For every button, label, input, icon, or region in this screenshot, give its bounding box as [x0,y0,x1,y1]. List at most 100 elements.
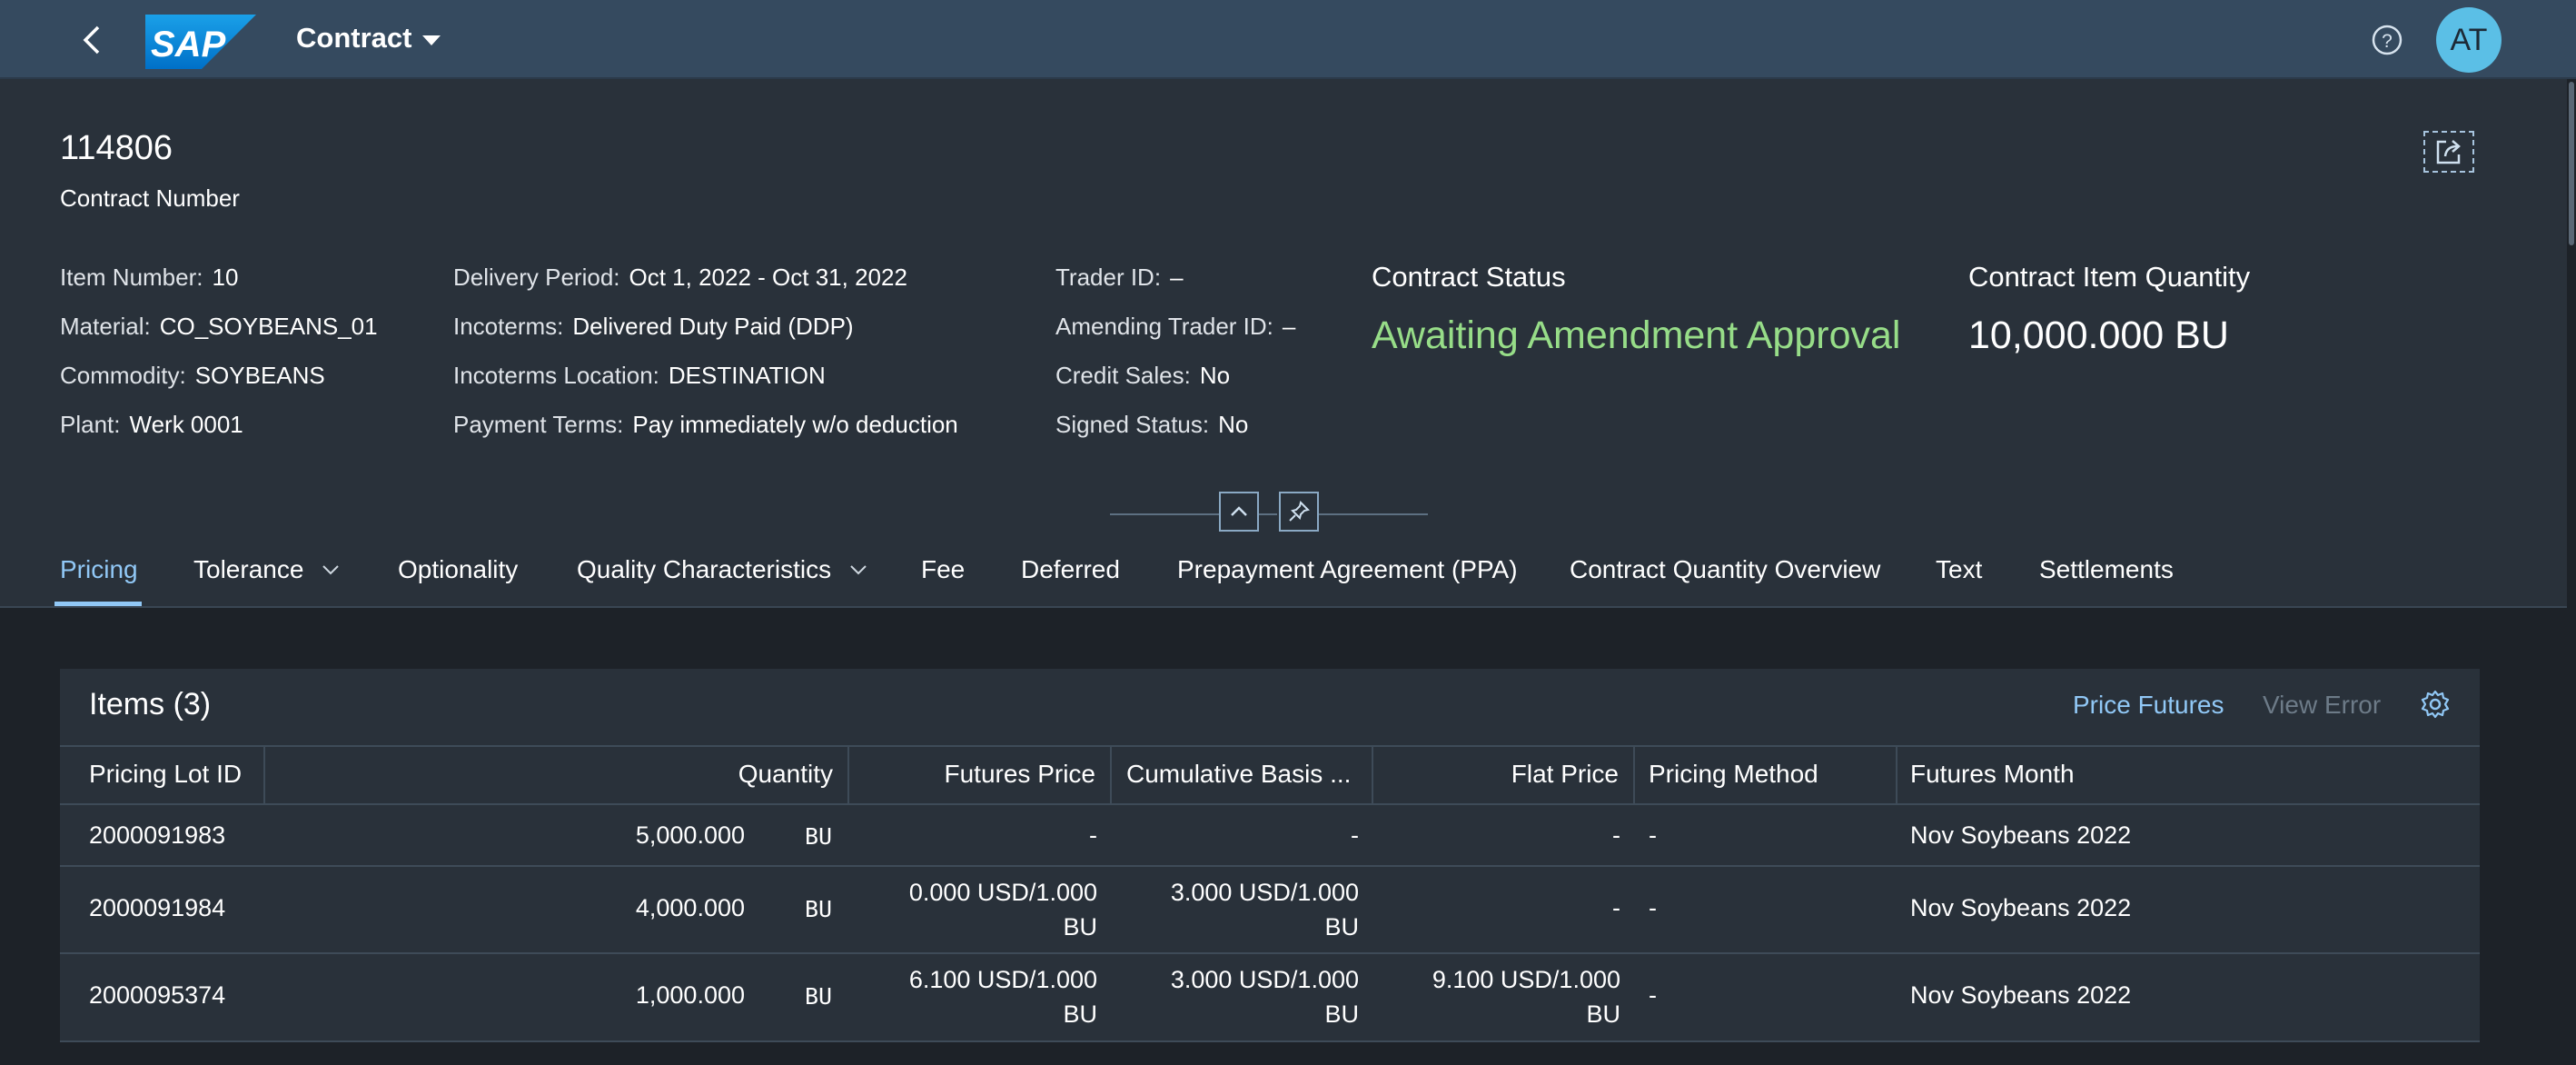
column-header-quantity[interactable]: Quantity [690,760,833,789]
app-title: Contract [296,22,412,54]
attr-label: Material: [60,313,151,340]
scrollbar-thumb[interactable] [2569,82,2574,245]
svg-text:?: ? [2382,31,2393,52]
cell-pricing-method: - [1649,821,1657,849]
tab-quality-characteristics[interactable]: Quality Characteristics [577,555,869,584]
cell-futures-price: 6.100 USD/1.000 BU [872,962,1097,1031]
column-header-pricing-method[interactable]: Pricing Method [1649,760,1818,789]
cell-lot-id: 2000095374 [89,981,226,1009]
caret-down-icon [422,35,441,45]
column-divider [263,745,265,805]
cell-futures-price: 0.000 USD/1.000 BU [872,875,1097,944]
cell-futures-month: Nov Soybeans 2022 [1910,894,2132,921]
tab-deferred[interactable]: Deferred [1021,555,1120,584]
back-button[interactable] [74,20,111,60]
attr-commodity: Commodity: SOYBEANS [60,362,325,390]
tab-label: Pricing [60,555,138,583]
tab-settlements[interactable]: Settlements [2039,555,2174,584]
attr-value: Werk 0001 [129,411,243,438]
attr-label: Credit Sales: [1055,362,1191,389]
column-divider [847,745,849,805]
avatar-initials: AT [2450,22,2488,57]
tab-label: Quality Characteristics [577,555,832,583]
chevron-down-icon [850,565,867,575]
column-header-pricing-lot-id[interactable]: Pricing Lot ID [89,760,242,789]
tab-prepayment-agreement[interactable]: Prepayment Agreement (PPA) [1177,555,1518,584]
cell-quantity: 1,000.000 [635,981,745,1009]
attr-credit-sales: Credit Sales: No [1055,362,1230,390]
attr-label: Incoterms: [453,313,564,340]
cell-futures-month: Nov Soybeans 2022 [1910,821,2132,849]
cell-futures-price: - [1089,821,1097,849]
pin-header-button[interactable] [1279,492,1319,532]
attr-trader-id: Trader ID: – [1055,264,1184,292]
cell-flat-price: 9.100 USD/1.000 BU [1395,962,1620,1031]
avatar[interactable]: AT [2436,7,2502,73]
attr-value: No [1199,362,1231,389]
view-error-button[interactable]: View Error [2263,691,2381,720]
attr-value: CO_SOYBEANS_01 [159,313,378,340]
attr-label: Incoterms Location: [453,362,659,389]
cell-flat-price: - [1612,894,1620,921]
cell-pricing-method: - [1649,894,1657,921]
cell-flat-price-value: 9.100 USD/1.000 [1432,966,1620,993]
column-divider [1896,745,1897,805]
attr-material: Material: CO_SOYBEANS_01 [60,313,378,341]
price-futures-button[interactable]: Price Futures [2073,691,2224,720]
collapse-header-button[interactable] [1219,492,1259,532]
contract-number: 114806 [60,129,173,167]
help-icon[interactable]: ? [2371,24,2403,56]
column-header-futures-price[interactable]: Futures Price [908,760,1096,789]
attr-incoterms: Incoterms: Delivered Duty Paid (DDP) [453,313,854,341]
tab-label: Prepayment Agreement (PPA) [1177,555,1518,583]
app-title-menu[interactable]: Contract [296,22,441,55]
column-header-cumulative-basis[interactable]: Cumulative Basis ... [1126,760,1351,789]
sap-logo[interactable]: SAP [145,15,256,69]
svg-text:SAP: SAP [151,25,226,65]
tab-optionality[interactable]: Optionality [398,555,518,584]
tab-fee[interactable]: Fee [921,555,965,584]
cell-cumulative-basis-value: 3.000 USD/1.000 [1170,879,1359,906]
tab-pricing[interactable]: Pricing [60,555,138,584]
cell-futures-month: Nov Soybeans 2022 [1910,981,2132,1009]
attr-value: 10 [212,264,239,291]
cell-cumulative-basis-value: 3.000 USD/1.000 [1170,966,1359,993]
attr-amending-trader-id: Amending Trader ID: – [1055,313,1295,341]
cell-unit: BU [805,983,833,1010]
tab-text[interactable]: Text [1936,555,1982,584]
attr-value: Pay immediately w/o deduction [632,411,958,438]
tab-tolerance[interactable]: Tolerance [193,555,342,584]
attr-label: Trader ID: [1055,264,1162,291]
column-header-futures-month[interactable]: Futures Month [1910,760,2075,789]
tab-contract-quantity-overview[interactable]: Contract Quantity Overview [1570,555,1880,584]
cell-lot-id: 2000091984 [89,894,226,921]
cell-flat-price-unit: BU [1586,1000,1620,1028]
cell-quantity: 5,000.000 [635,821,745,849]
attr-label: Plant: [60,411,121,438]
header-divider-left [1110,513,1219,515]
cell-cumulative-basis-unit: BU [1324,913,1359,941]
attr-label: Signed Status: [1055,411,1210,438]
attr-plant: Plant: Werk 0001 [60,411,243,439]
tab-label: Optionality [398,555,519,583]
tab-label: Fee [921,555,966,583]
tab-label: Text [1936,555,1983,583]
cell-futures-price-value: 6.100 USD/1.000 [908,966,1097,993]
cell-cumulative-basis: - [1351,821,1359,849]
chevron-left-icon [83,25,100,55]
attr-value: Delivered Duty Paid (DDP) [572,313,854,340]
header-divider-right [1319,513,1428,515]
cell-futures-price-unit: BU [1063,913,1097,941]
share-button[interactable] [2423,131,2474,173]
contract-number-label: Contract Number [60,184,240,212]
tab-label: Tolerance [193,555,304,583]
shell-bar: SAP Contract ? AT [0,0,2576,79]
contract-status-value: Awaiting Amendment Approval [1372,314,1901,357]
column-header-flat-price[interactable]: Flat Price [1453,760,1619,789]
cell-cumulative-basis: 3.000 USD/1.000 BU [1134,962,1359,1031]
column-divider [1110,745,1112,805]
attr-item-number: Item Number: 10 [60,264,238,292]
contract-status-title: Contract Status [1372,261,1566,293]
cell-futures-price-unit: BU [1063,1000,1097,1028]
gear-icon[interactable] [2420,689,2451,720]
